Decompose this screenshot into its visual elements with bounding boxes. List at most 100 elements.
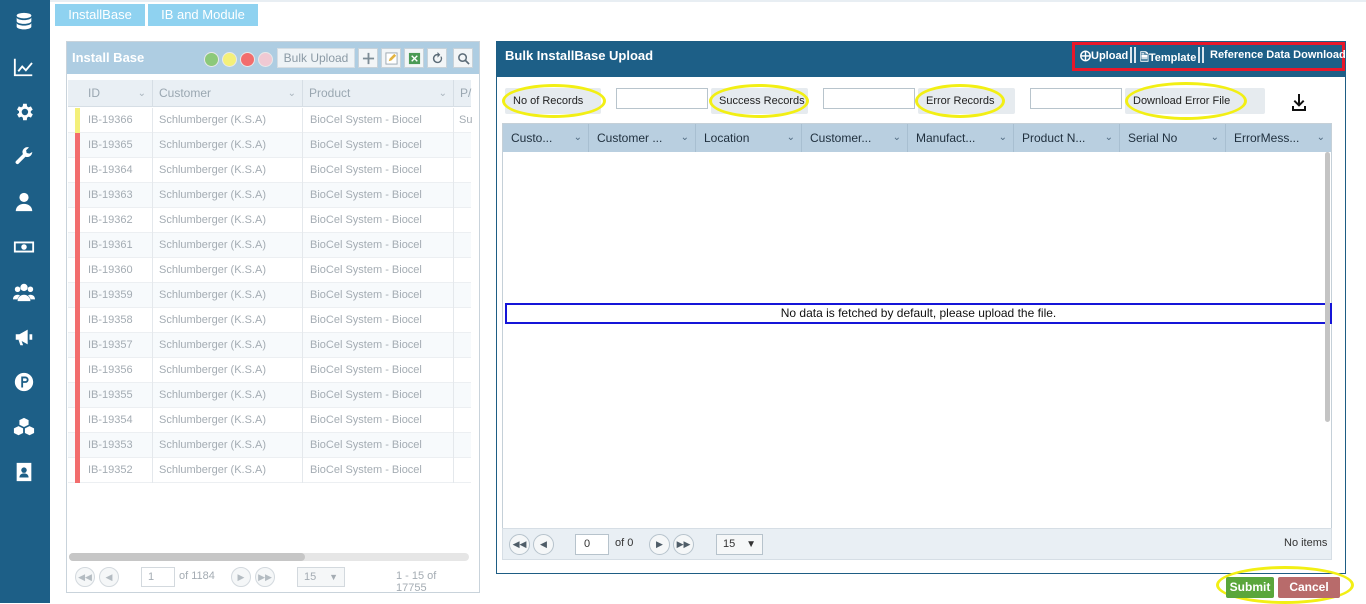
cell-customer: Schlumberger (K.S.A) xyxy=(159,389,266,401)
table-row[interactable]: IB-19365 Schlumberger (K.S.A) BioCel Syste… xyxy=(68,133,471,158)
cell-id: IB-19357 xyxy=(88,339,133,351)
column-divider xyxy=(453,333,454,358)
next-page-button[interactable]: ▶ xyxy=(231,567,251,587)
error-records-field xyxy=(1030,88,1122,109)
cell-product: BioCel System - Biocel xyxy=(310,439,422,451)
table-row[interactable]: IB-19362 Schlumberger (K.S.A) BioCel Syste… xyxy=(68,208,471,233)
column-divider xyxy=(453,408,454,433)
status-indicator xyxy=(75,383,80,408)
column-header-customer-2[interactable]: Customer... ⌄ xyxy=(802,124,908,152)
cell-customer: Schlumberger (K.S.A) xyxy=(159,414,266,426)
header-separator xyxy=(1198,47,1200,63)
table-row[interactable]: IB-19354 Schlumberger (K.S.A) BioCel Syste… xyxy=(68,408,471,433)
table-row[interactable]: IB-19363 Schlumberger (K.S.A) BioCel Syste… xyxy=(68,183,471,208)
table-row[interactable]: IB-19364 Schlumberger (K.S.A) BioCel Syste… xyxy=(68,158,471,183)
table-row[interactable]: IB-19355 Schlumberger (K.S.A) BioCel Syste… xyxy=(68,383,471,408)
vertical-scrollbar[interactable] xyxy=(1325,152,1330,422)
template-link[interactable]: 🗎Template xyxy=(1140,49,1196,68)
add-button[interactable] xyxy=(358,48,378,68)
column-divider xyxy=(152,408,153,433)
status-filter-yellow[interactable] xyxy=(222,52,237,67)
column-header-p[interactable]: P/ xyxy=(454,80,471,107)
prev-page-button[interactable]: ◀ xyxy=(99,567,119,587)
items-summary: 1 - 15 of 17755 xyxy=(396,570,437,594)
column-header-product-name[interactable]: Product N... ⌄ xyxy=(1014,124,1120,152)
column-header-customer[interactable]: Customer ⌄ xyxy=(153,80,303,107)
chevron-down-icon: ⌄ xyxy=(573,132,582,143)
column-divider xyxy=(152,358,153,383)
parking-icon[interactable] xyxy=(10,368,38,396)
cell-customer: Schlumberger (K.S.A) xyxy=(159,114,266,126)
chart-line-icon[interactable] xyxy=(10,53,38,81)
table-row[interactable]: IB-19361 Schlumberger (K.S.A) BioCel Syste… xyxy=(68,233,471,258)
gear-icon[interactable] xyxy=(10,98,38,126)
status-filter-pink[interactable] xyxy=(258,52,273,67)
table-row[interactable]: IB-19353 Schlumberger (K.S.A) BioCel Syste… xyxy=(68,433,471,458)
prev-page-button[interactable]: ◀ xyxy=(533,534,554,555)
column-header-manufacturer[interactable]: Manufact... ⌄ xyxy=(908,124,1014,152)
page-number-input[interactable]: 0 xyxy=(575,534,609,555)
page-number-input[interactable]: 1 xyxy=(141,567,175,587)
cell-customer: Schlumberger (K.S.A) xyxy=(159,239,266,251)
tab-ib-and-module[interactable]: IB and Module xyxy=(148,4,258,26)
table-row[interactable]: IB-19366 Schlumberger (K.S.A) BioCel Syste… xyxy=(68,108,472,133)
megaphone-icon[interactable] xyxy=(10,323,38,351)
column-header-serial-no[interactable]: Serial No ⌄ xyxy=(1120,124,1226,152)
first-page-button[interactable]: ◀◀ xyxy=(75,567,95,587)
column-divider xyxy=(453,383,454,408)
edit-button[interactable] xyxy=(381,48,401,68)
table-row[interactable]: IB-19358 Schlumberger (K.S.A) BioCel Syste… xyxy=(68,308,471,333)
chevron-down-icon: ⌄ xyxy=(998,132,1007,143)
page-size-select[interactable]: 15 ▼ xyxy=(297,567,345,587)
column-header-customer-code[interactable]: Custo... ⌄ xyxy=(503,124,589,152)
submit-button[interactable]: Submit xyxy=(1226,577,1274,598)
table-row[interactable]: IB-19360 Schlumberger (K.S.A) BioCel Syste… xyxy=(68,258,471,283)
cubes-icon[interactable] xyxy=(10,413,38,441)
column-header-id[interactable]: ID ⌄ xyxy=(82,80,153,107)
bulk-upload-button[interactable]: Bulk Upload xyxy=(277,48,355,68)
table-row[interactable]: IB-19359 Schlumberger (K.S.A) BioCel Syste… xyxy=(68,283,471,308)
page-count-text: of 0 xyxy=(615,537,634,549)
download-error-file-button[interactable] xyxy=(1289,92,1309,112)
column-header-customer-name[interactable]: Customer ... ⌄ xyxy=(589,124,696,152)
database-icon[interactable] xyxy=(10,8,38,36)
column-header-location[interactable]: Location ⌄ xyxy=(696,124,802,152)
cell-product: BioCel System - Biocel xyxy=(310,314,422,326)
cell-product: BioCel System - Biocel xyxy=(310,364,422,376)
money-icon[interactable] xyxy=(10,233,38,261)
reference-data-download-link[interactable]: Reference Data Download xyxy=(1210,49,1346,61)
cancel-button[interactable]: Cancel xyxy=(1278,577,1340,598)
table-row[interactable]: IB-19352 Schlumberger (K.S.A) BioCel Syste… xyxy=(68,458,471,483)
page-size-select[interactable]: 15 ▼ xyxy=(716,534,763,555)
column-divider xyxy=(152,283,153,308)
cell-product: BioCel System - Biocel xyxy=(310,239,422,251)
last-page-button[interactable]: ▶▶ xyxy=(673,534,694,555)
user-icon[interactable] xyxy=(10,188,38,216)
excel-export-button[interactable] xyxy=(404,48,424,68)
next-page-button[interactable]: ▶ xyxy=(649,534,670,555)
tab-installbase[interactable]: InstallBase xyxy=(55,4,145,26)
table-row[interactable]: IB-19357 Schlumberger (K.S.A) BioCel Syste… xyxy=(68,333,471,358)
status-filter-red[interactable] xyxy=(240,52,255,67)
first-page-button[interactable]: ◀◀ xyxy=(509,534,530,555)
wrench-icon[interactable] xyxy=(10,143,38,171)
column-divider xyxy=(302,333,303,358)
last-page-button[interactable]: ▶▶ xyxy=(255,567,275,587)
table-row[interactable]: IB-19356 Schlumberger (K.S.A) BioCel Syste… xyxy=(68,358,471,383)
template-icon: 🗎 xyxy=(1140,52,1149,64)
column-header-product[interactable]: Product ⌄ xyxy=(303,80,454,107)
status-filter-green[interactable] xyxy=(204,52,219,67)
cell-product: BioCel System - Biocel xyxy=(310,264,422,276)
status-indicator xyxy=(75,333,80,358)
users-icon[interactable] xyxy=(10,278,38,306)
column-divider xyxy=(453,458,454,483)
refresh-button[interactable] xyxy=(427,48,447,68)
column-header-error-message[interactable]: ErrorMess... ⌄ xyxy=(1226,124,1331,152)
column-divider xyxy=(152,458,153,483)
scrollbar-thumb[interactable] xyxy=(69,553,305,561)
search-button[interactable] xyxy=(453,48,473,68)
header-separator xyxy=(1130,47,1132,63)
upload-link[interactable]: ⨁Upload xyxy=(1080,49,1128,62)
contact-book-icon[interactable] xyxy=(10,458,38,486)
horizontal-scrollbar[interactable] xyxy=(69,553,469,561)
